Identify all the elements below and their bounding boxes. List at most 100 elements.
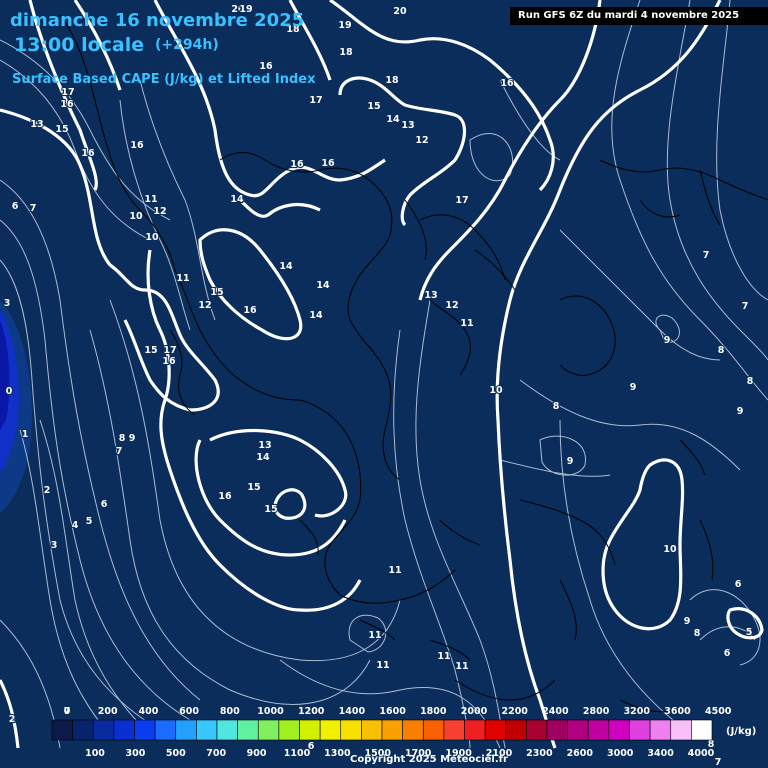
legend-swatch [154, 719, 177, 741]
map-background [0, 0, 768, 768]
legend-swatch [299, 719, 321, 741]
li-label: 16 [290, 159, 304, 170]
li-label: 16 [81, 148, 95, 159]
legend-swatch [567, 719, 589, 741]
li-label: 12 [415, 135, 428, 146]
legend-swatch [587, 719, 610, 741]
li-label: 16 [218, 491, 232, 502]
legend-top-label: 2200 [501, 706, 528, 717]
li-label: 9 [567, 456, 574, 467]
legend-top-label: 1000 [257, 706, 284, 717]
legend-bottom-label: 500 [166, 748, 186, 759]
legend-swatch [670, 719, 692, 741]
li-label: 16 [321, 158, 335, 169]
legend-swatch [526, 719, 548, 741]
legend-swatch [608, 719, 630, 741]
li-label: 9 [737, 406, 744, 417]
legend-swatch [319, 719, 342, 741]
li-label: 10 [489, 385, 503, 396]
li-label: 11 [437, 651, 450, 662]
li-label: 9 [630, 382, 637, 393]
li-label: 19 [338, 20, 351, 31]
legend-top-label: 2400 [542, 706, 569, 717]
legend-swatch [237, 719, 259, 741]
li-label: 9 [129, 433, 136, 444]
legend-swatch [505, 719, 527, 741]
legend-top-label: 0 [64, 706, 71, 717]
legend-swatch [113, 719, 135, 741]
legend-top-label: 3200 [624, 706, 651, 717]
legend-bottom-label: 300 [125, 748, 145, 759]
li-label: 14 [316, 280, 330, 291]
li-label: 16 [130, 140, 144, 151]
li-label: 18 [339, 47, 353, 58]
li-label: 12 [198, 300, 211, 311]
legend-swatch [464, 719, 486, 741]
li-label: 7 [742, 301, 749, 312]
legend-swatch [361, 719, 383, 741]
legend-bottom-label: 2300 [526, 748, 553, 759]
legend-swatch [629, 719, 651, 741]
li-label: 2 [44, 485, 51, 496]
li-label: 11 [388, 565, 401, 576]
legend-top-label: 200 [98, 706, 118, 717]
legend-top-label: 1600 [379, 706, 406, 717]
legend-swatch [422, 719, 445, 741]
legend-unit: (J/kg) [726, 726, 757, 737]
li-label: 15 [367, 101, 380, 112]
li-label: 20 [393, 6, 407, 17]
legend-swatch [340, 719, 362, 741]
li-label: 12 [445, 300, 458, 311]
copyright-text: Copyright 2025 Meteociel.fr [350, 754, 508, 765]
li-label: 18 [385, 75, 399, 86]
li-label: 0 [6, 386, 13, 397]
li-label: 16 [259, 61, 273, 72]
li-label: 14 [256, 452, 270, 463]
li-label: 16 [60, 99, 74, 110]
li-label: 14 [279, 261, 293, 272]
legend-swatch [278, 719, 300, 741]
legend-swatch [134, 719, 156, 741]
li-label: 9 [664, 335, 671, 346]
li-label: 16 [243, 305, 257, 316]
li-label: 8 [694, 628, 701, 639]
li-label: 13 [401, 120, 414, 131]
li-label: 5 [746, 627, 753, 638]
legend-swatch [92, 719, 115, 741]
li-label: 15 [247, 482, 260, 493]
legend-top-label: 400 [138, 706, 158, 717]
legend-color-bar [51, 719, 713, 741]
li-label: 16 [162, 356, 176, 367]
legend-bottom-label: 1300 [324, 748, 351, 759]
li-label: 13 [424, 290, 437, 301]
li-label: 9 [684, 616, 691, 627]
li-label: 15 [264, 504, 277, 515]
li-label: 6 [724, 648, 731, 659]
legend-swatch [175, 719, 197, 741]
legend-top-label: 3600 [664, 706, 691, 717]
li-label: 10 [145, 232, 159, 243]
li-label: 7 [703, 250, 710, 261]
legend-top-label: 4500 [705, 706, 732, 717]
li-label: 10 [663, 544, 677, 555]
forecast-lead-time: (+294h) [155, 37, 219, 53]
legend-bottom-label: 100 [85, 748, 105, 759]
legend-bottom-label: 700 [206, 748, 226, 759]
li-label: 11 [176, 273, 189, 284]
li-label: 11 [144, 194, 157, 205]
li-label: 8 [119, 433, 126, 444]
li-label: 15 [55, 124, 68, 135]
legend-bottom-label: 4000 [688, 748, 715, 759]
legend-swatch [691, 719, 713, 741]
li-label: 5 [86, 516, 93, 527]
li-label: 3 [4, 298, 11, 309]
li-label: 4 [72, 520, 79, 531]
li-label: 14 [386, 114, 400, 125]
li-label: 17 [309, 95, 322, 106]
legend-top-label: 2800 [583, 706, 610, 717]
li-label: 17 [163, 345, 176, 356]
legend-top-label: 600 [179, 706, 199, 717]
legend-swatch [196, 719, 218, 741]
legend-swatch [51, 719, 73, 741]
li-label: 6 [735, 579, 742, 590]
